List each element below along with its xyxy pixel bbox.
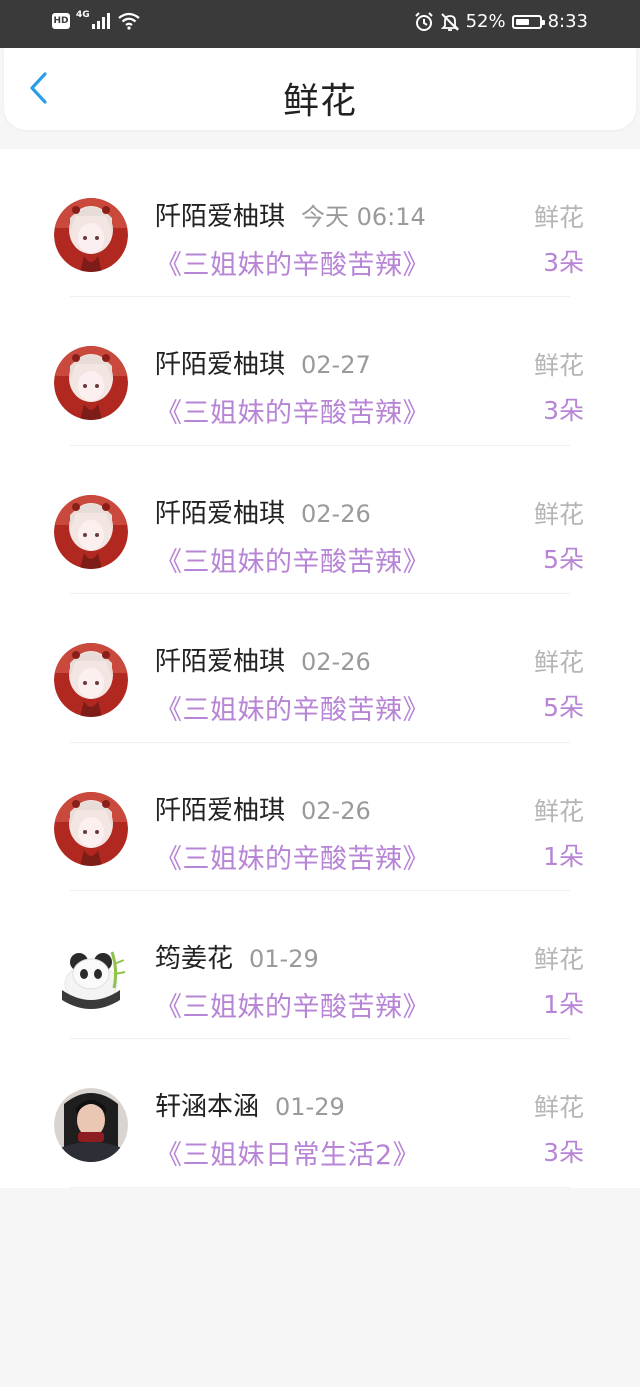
sender-name-text: 筠姜花 bbox=[155, 943, 234, 974]
list-item[interactable]: 阡陌爱柚琪 02-26 《三姐妹的辛酸苦辣》 鲜花 5朵 bbox=[0, 594, 640, 743]
header: 鲜花 bbox=[4, 48, 636, 130]
wifi-icon bbox=[117, 12, 140, 30]
alarm-icon bbox=[414, 11, 433, 31]
status-left: HD 4G bbox=[52, 10, 140, 30]
gift-time: 01-29 bbox=[249, 944, 319, 973]
gift-count: 3朵 bbox=[543, 1138, 584, 1168]
gift-type: 鲜花 bbox=[533, 1093, 584, 1123]
gift-type: 鲜花 bbox=[533, 796, 584, 826]
book-title[interactable]: 《三姐妹的辛酸苦辣》 bbox=[155, 985, 430, 1024]
avatar[interactable] bbox=[54, 494, 128, 569]
list-item[interactable]: 筠姜花 01-29 《三姐妹的辛酸苦辣》 鲜花 1朵 bbox=[0, 891, 640, 1040]
book-title[interactable]: 《三姐妹的辛酸苦辣》 bbox=[155, 688, 430, 727]
battery-percent: 52% bbox=[465, 11, 506, 32]
signal-icon bbox=[91, 13, 110, 29]
gift-type: 鲜花 bbox=[533, 351, 584, 381]
divider bbox=[70, 1186, 570, 1188]
gift-time: 今天 06:14 bbox=[301, 203, 426, 231]
sender-name-text: 阡陌爱柚琪 bbox=[155, 498, 286, 529]
gift-count: 3朵 bbox=[543, 248, 584, 277]
sender-name-text: 阡陌爱柚琪 bbox=[155, 795, 286, 826]
sender-name-text: 轩涵本涵 bbox=[155, 1092, 260, 1123]
flower-gift-list: 阡陌爱柚琪 今天 06:14 《三姐妹的辛酸苦辣》 鲜花 3朵 阡陌爱柚琪 02-2… bbox=[0, 149, 640, 1188]
gift-type: 鲜花 bbox=[533, 499, 584, 529]
gift-count: 1朵 bbox=[543, 989, 584, 1019]
avatar[interactable] bbox=[54, 198, 128, 272]
book-title[interactable]: 《三姐妹的辛酸苦辣》 bbox=[155, 837, 430, 876]
sender-name: 阡陌爱柚琪 02-26 bbox=[155, 641, 371, 678]
sender-name: 轩涵本涵 01-29 bbox=[155, 1086, 345, 1123]
gift-type: 鲜花 bbox=[533, 648, 584, 678]
gift-time: 02-26 bbox=[301, 648, 371, 677]
gift-time: 02-27 bbox=[301, 351, 371, 380]
network-type: 4G bbox=[76, 10, 90, 20]
list-item[interactable]: 阡陌爱柚琪 02-26 《三姐妹的辛酸苦辣》 鲜花 1朵 bbox=[0, 743, 640, 891]
avatar[interactable] bbox=[54, 346, 128, 421]
battery-icon bbox=[511, 14, 545, 29]
list-item[interactable]: 阡陌爱柚琪 今天 06:14 《三姐妹的辛酸苦辣》 鲜花 3朵 bbox=[0, 149, 640, 298]
gift-count: 5朵 bbox=[543, 693, 584, 723]
gift-count: 3朵 bbox=[543, 396, 584, 426]
list-item[interactable]: 轩涵本涵 01-29 《三姐妹日常生活2》 鲜花 3朵 bbox=[0, 1039, 640, 1188]
mute-bell-icon bbox=[440, 12, 459, 31]
sender-name: 阡陌爱柚琪 今天 06:14 bbox=[155, 196, 426, 233]
avatar[interactable] bbox=[54, 643, 128, 718]
sender-name: 筠姜花 01-29 bbox=[155, 938, 319, 975]
sender-name-text: 阡陌爱柚琪 bbox=[155, 202, 286, 232]
gift-count: 5朵 bbox=[543, 544, 584, 574]
gift-time: 02-26 bbox=[301, 796, 371, 825]
gift-count: 1朵 bbox=[543, 841, 584, 871]
gift-type: 鲜花 bbox=[533, 203, 584, 232]
list-item[interactable]: 阡陌爱柚琪 02-27 《三姐妹的辛酸苦辣》 鲜花 3朵 bbox=[0, 297, 640, 446]
avatar[interactable] bbox=[54, 791, 128, 866]
sender-name-text: 阡陌爱柚琪 bbox=[155, 350, 286, 381]
book-title[interactable]: 《三姐妹的辛酸苦辣》 bbox=[155, 540, 430, 579]
sender-name: 阡陌爱柚琪 02-26 bbox=[155, 493, 371, 530]
book-title[interactable]: 《三姐妹的辛酸苦辣》 bbox=[155, 391, 430, 430]
gift-type: 鲜花 bbox=[533, 944, 584, 974]
gift-time: 01-29 bbox=[275, 1093, 345, 1122]
sender-name: 阡陌爱柚琪 02-27 bbox=[155, 344, 371, 381]
avatar[interactable] bbox=[54, 1088, 128, 1163]
status-right: 52% 8:33 bbox=[414, 11, 588, 32]
sender-name-text: 阡陌爱柚琪 bbox=[155, 647, 286, 678]
avatar[interactable] bbox=[54, 939, 128, 1014]
book-title[interactable]: 《三姐妹日常生活2》 bbox=[155, 1133, 420, 1172]
page-title: 鲜花 bbox=[282, 81, 357, 122]
hd-badge: HD bbox=[52, 13, 70, 29]
book-title[interactable]: 《三姐妹的辛酸苦辣》 bbox=[155, 243, 430, 282]
clock: 8:33 bbox=[547, 11, 588, 32]
list-item[interactable]: 阡陌爱柚琪 02-26 《三姐妹的辛酸苦辣》 鲜花 5朵 bbox=[0, 446, 640, 595]
sender-name: 阡陌爱柚琪 02-26 bbox=[155, 790, 371, 827]
status-bar: HD 4G 52% 8:33 bbox=[0, 0, 640, 48]
gift-time: 02-26 bbox=[301, 499, 371, 528]
